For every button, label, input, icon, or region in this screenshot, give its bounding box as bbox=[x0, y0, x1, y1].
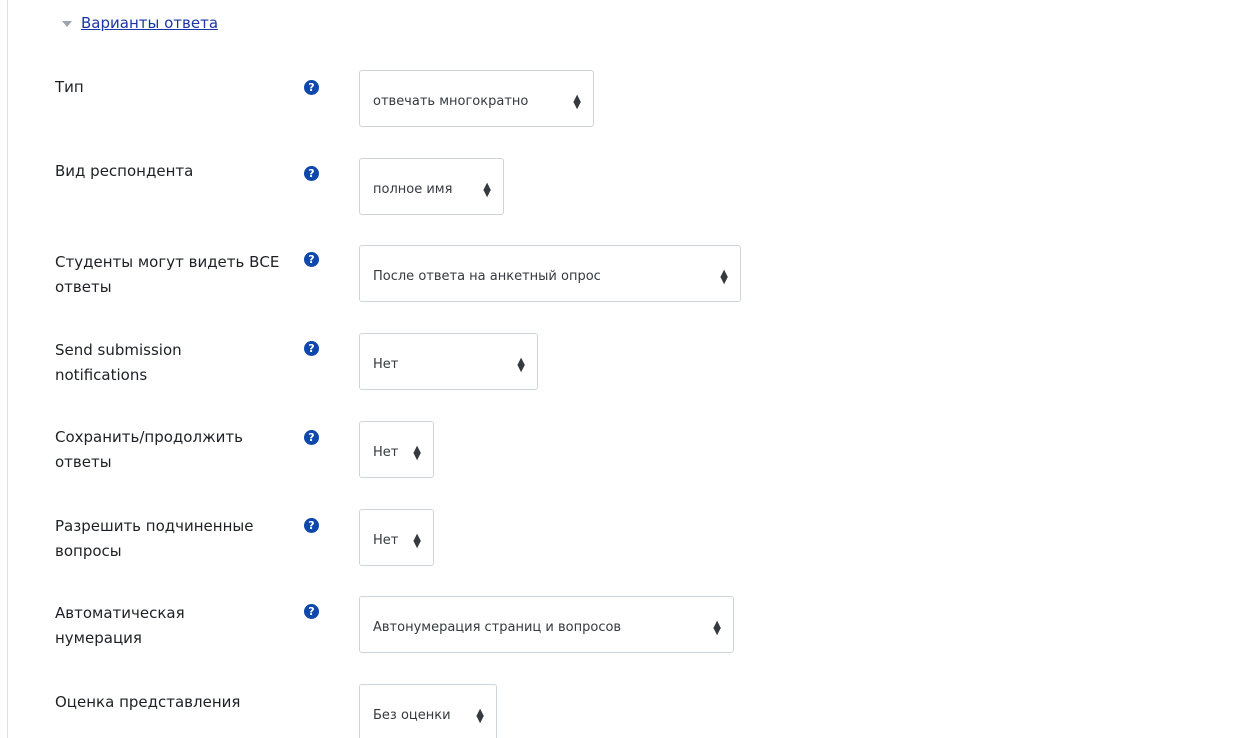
field-label-save-resume: Сохранить/продолжить ответы bbox=[55, 428, 243, 471]
section-header[interactable]: Варианты ответа bbox=[62, 14, 218, 32]
dependencies-select-value: Нет bbox=[373, 533, 399, 548]
field-label-type: Тип bbox=[55, 78, 84, 96]
field-label-notifications: Send submission notifications bbox=[55, 341, 182, 384]
field-label-see-all: Студенты могут видеть ВСЕ ответы bbox=[55, 253, 280, 296]
sort-arrows-icon: ▲ ▼ bbox=[573, 92, 581, 111]
sort-arrows-icon: ▲ ▼ bbox=[476, 706, 484, 725]
section-toggle-link[interactable]: Варианты ответа bbox=[81, 14, 218, 32]
sort-arrows-icon: ▲ ▼ bbox=[483, 180, 491, 199]
autonumbering-select-value: Автонумерация страниц и вопросов bbox=[373, 620, 622, 635]
respondent-select-value: полное имя bbox=[373, 182, 453, 197]
respondent-select[interactable]: полное имя ▲ ▼ bbox=[359, 158, 504, 215]
help-icon[interactable]: ? bbox=[304, 252, 319, 267]
sort-arrows-icon: ▲ ▼ bbox=[517, 355, 525, 374]
help-icon[interactable]: ? bbox=[304, 80, 319, 95]
content-divider bbox=[7, 0, 8, 738]
save-resume-select-value: Нет bbox=[373, 445, 399, 460]
autonumbering-select[interactable]: Автонумерация страниц и вопросов ▲ ▼ bbox=[359, 596, 734, 653]
field-label-dependencies: Разрешить подчиненные вопросы bbox=[55, 517, 254, 560]
sort-arrows-icon: ▲ ▼ bbox=[413, 443, 421, 462]
caret-down-icon[interactable] bbox=[62, 21, 72, 27]
form-page: Варианты ответа Тип ? отвечать многократ… bbox=[0, 0, 1246, 738]
dependencies-select[interactable]: Нет ▲ ▼ bbox=[359, 509, 434, 566]
help-icon[interactable]: ? bbox=[304, 604, 319, 619]
grade-select[interactable]: Без оценки ▲ ▼ bbox=[359, 684, 497, 738]
help-icon[interactable]: ? bbox=[304, 166, 319, 181]
notifications-select[interactable]: Нет ▲ ▼ bbox=[359, 333, 538, 390]
help-icon[interactable]: ? bbox=[304, 341, 319, 356]
field-label-autonumbering: Автоматическая нумерация bbox=[55, 604, 185, 647]
field-label-respondent: Вид респондента bbox=[55, 162, 194, 180]
sort-arrows-icon: ▲ ▼ bbox=[720, 267, 728, 286]
type-select[interactable]: отвечать многократно ▲ ▼ bbox=[359, 70, 594, 127]
sort-arrows-icon: ▲ ▼ bbox=[713, 618, 721, 637]
notifications-select-value: Нет bbox=[373, 357, 399, 372]
help-icon[interactable]: ? bbox=[304, 430, 319, 445]
grade-select-value: Без оценки bbox=[373, 708, 451, 723]
help-icon[interactable]: ? bbox=[304, 518, 319, 533]
type-select-value: отвечать многократно bbox=[373, 94, 529, 109]
sort-arrows-icon: ▲ ▼ bbox=[413, 531, 421, 550]
see-all-select-value: После ответа на анкетный опрос bbox=[373, 269, 601, 284]
save-resume-select[interactable]: Нет ▲ ▼ bbox=[359, 421, 434, 478]
see-all-select[interactable]: После ответа на анкетный опрос ▲ ▼ bbox=[359, 245, 741, 302]
field-label-grade: Оценка представления bbox=[55, 693, 241, 711]
